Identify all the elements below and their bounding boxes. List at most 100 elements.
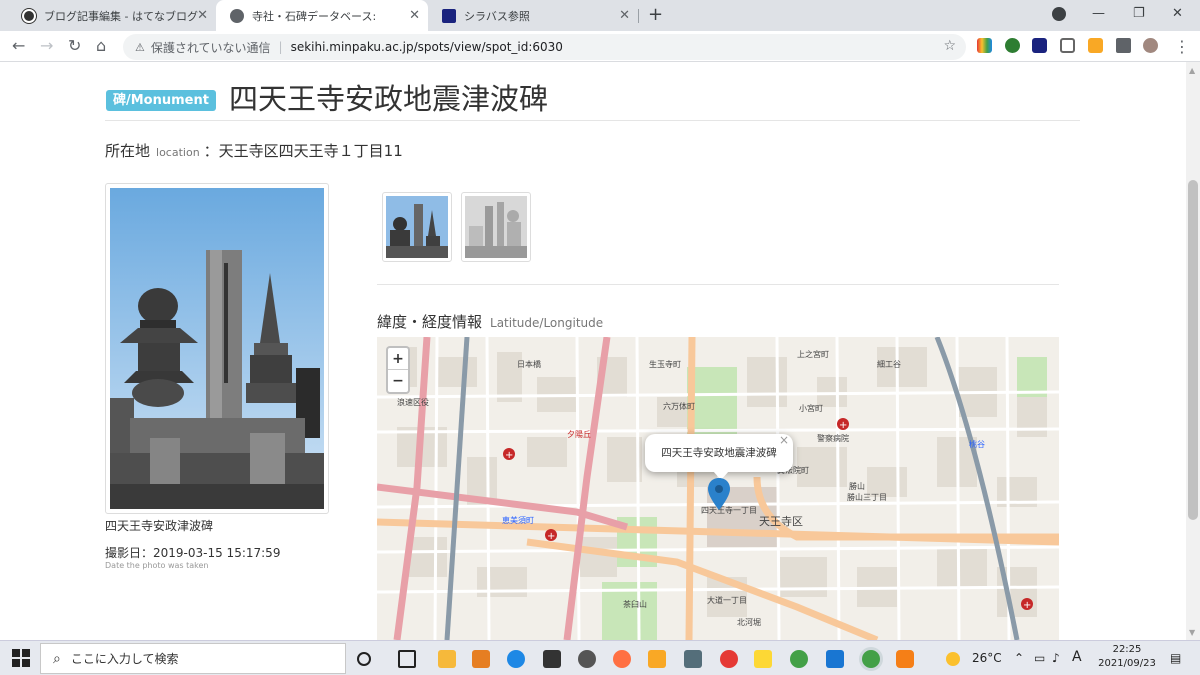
paint-icon[interactable] [896,650,914,668]
extension-chat-icon[interactable] [1060,38,1075,53]
media-player-icon[interactable] [648,650,666,668]
category-badge: 碑/Monument [106,90,216,111]
map-label: 日本橋 [517,359,541,369]
file-explorer-icon[interactable] [438,650,456,668]
tab-label: シラバス参照 [464,9,530,23]
reload-icon[interactable]: ↻ [68,36,81,55]
chrome-active-icon[interactable] [862,650,880,668]
extension-color-icon[interactable] [977,38,992,53]
close-tab-icon[interactable]: ✕ [409,8,420,23]
windows-start-icon[interactable] [12,649,30,667]
map-label: 小宮町 [799,403,823,413]
speaker-icon[interactable]: ♪ [1052,651,1060,665]
zoom-out-button[interactable]: − [388,370,408,392]
tab-hatena-blog[interactable]: ブログ記事編集 - はてなブログ ✕ [8,0,216,31]
map-label: 六万体町 [663,401,695,411]
map-pin-icon[interactable] [708,478,730,514]
svg-text:+: + [1023,600,1031,611]
edge-icon[interactable] [507,650,525,668]
tab-strip: ブログ記事編集 - はてなブログ ✕ 寺社・石碑データベース: ✕ シラバス参照… [0,0,1200,31]
warning-icon[interactable]: ⚠ [135,41,145,54]
popup-text: 四天王寺安政地震津波碑 [661,447,777,459]
tab-divider [638,9,639,23]
ime-indicator[interactable]: A [1072,649,1082,665]
security-label[interactable]: 保護されていない通信 [151,39,271,56]
scroll-down-icon[interactable]: ▼ [1189,628,1195,637]
popup-close-icon[interactable]: × [779,421,789,459]
location-row: 所在地 location ：天王寺区四天王寺１丁目11 [105,140,403,161]
windows-taskbar: ⌕ ここに入力して検索 26°C ⌃ ▭ ♪ A 22:25 2021/09/2… [0,640,1200,675]
new-tab-button[interactable]: + [648,4,663,25]
task-view-icon[interactable] [398,650,416,668]
opera-icon[interactable] [720,650,738,668]
address-bar[interactable]: ⚠ 保護されていない通信 | sekihi.minpaku.ac.jp/spot… [123,34,966,60]
system-clock[interactable]: 22:25 2021/09/23 [1097,643,1157,671]
map-label: 上之宮町 [797,349,829,359]
extension-dictionary-icon[interactable] [1032,38,1047,53]
divider: | [278,40,283,54]
page-scrollbar[interactable]: ▲ ▼ [1186,62,1200,640]
back-arrow-icon[interactable]: ← [12,36,25,55]
notepad-icon[interactable] [754,650,772,668]
home-icon[interactable]: ⌂ [96,36,106,55]
remote-desktop-icon[interactable] [684,650,702,668]
photo-thumbnail[interactable] [461,192,531,262]
weather-temp[interactable]: 26°C [972,651,1002,665]
store-icon[interactable] [543,650,561,668]
scrollbar-thumb[interactable] [1188,180,1198,520]
latlng-label: 緯度・経度情報 [377,313,483,331]
close-tab-icon[interactable]: ✕ [619,8,630,23]
monument-photo[interactable] [105,183,329,514]
close-tab-icon[interactable]: ✕ [197,8,208,23]
location-sublabel: location [156,146,200,159]
tab-label: ブログ記事編集 - はてなブログ [44,9,198,23]
cortana-icon[interactable] [357,652,371,666]
firefox-icon[interactable] [613,650,631,668]
network-icon[interactable]: ▭ [1034,651,1045,665]
profile-menu-icon[interactable] [1052,7,1066,21]
notification-icon[interactable]: ▤ [1170,651,1181,665]
settings-icon[interactable] [578,650,596,668]
map-zoom-control: + − [386,346,410,394]
latlng-heading: 緯度・経度情報 Latitude/Longitude [377,311,603,332]
photo-date-sublabel: Date the photo was taken [105,561,209,570]
location-label: 所在地 [105,142,151,160]
map-label: 大道一丁目 [707,595,747,605]
latlng-sublabel: Latitude/Longitude [490,316,604,330]
chrome-icon[interactable] [790,650,808,668]
bookmark-star-icon[interactable]: ☆ [943,38,956,54]
outlook-icon[interactable] [472,650,490,668]
tab-sekihi-database[interactable]: 寺社・石碑データベース: ✕ [216,0,428,31]
weather-icon[interactable] [946,652,960,666]
zoom-in-button[interactable]: + [388,348,408,370]
map-popup: 四天王寺安政地震津波碑 × [645,433,793,480]
taskbar-search[interactable]: ⌕ ここに入力して検索 [40,643,346,674]
more-menu-icon[interactable]: ⋮ [1174,37,1190,56]
location-value: ：天王寺区四天王寺１丁目11 [203,142,403,160]
clock-time: 22:25 [1112,644,1142,655]
map-label: 夕陽丘 [567,429,591,439]
hatena-icon [22,8,36,23]
svg-text:+: + [505,450,513,461]
extension-globe-icon[interactable] [1005,38,1020,53]
word-icon[interactable] [826,650,844,668]
tab-syllabus[interactable]: シラバス参照 ✕ [428,0,638,31]
map-label: 勝山 [849,481,865,491]
extensions-puzzle-icon[interactable] [1116,38,1131,53]
scroll-up-icon[interactable]: ▲ [1189,66,1195,75]
map-label: 勝山三丁目 [847,492,887,502]
map-label: 恵美須町 [502,515,534,525]
forward-arrow-icon[interactable]: → [40,36,53,55]
minimize-button[interactable]: — [1092,6,1105,21]
photo-thumbnail[interactable] [382,192,452,262]
maximize-button[interactable]: ❐ [1133,6,1145,21]
graduation-cap-icon [442,8,456,23]
page-content: 碑/Monument 四天王寺安政地震津波碑 所在地 location ：天王寺区四… [0,62,1186,640]
extension-exif-icon[interactable] [1088,38,1103,53]
close-window-button[interactable]: ✕ [1172,6,1183,21]
url-text[interactable]: sekihi.minpaku.ac.jp/spots/view/spot_id:… [291,40,563,54]
divider [105,120,1080,121]
globe-icon [230,8,244,23]
chevron-up-icon[interactable]: ⌃ [1014,651,1024,665]
avatar[interactable] [1143,38,1158,53]
